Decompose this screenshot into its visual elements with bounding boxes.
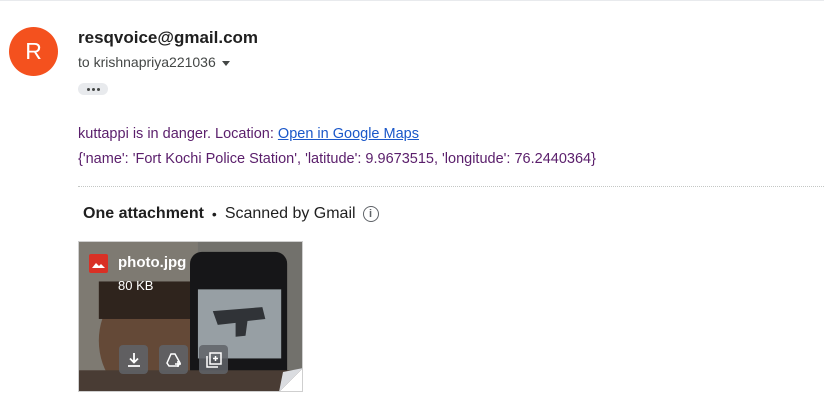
show-trimmed-content-button[interactable] [78, 83, 108, 95]
recipient-label: to krishnapriya221036 [78, 54, 216, 70]
attachment-file-size: 80 KB [118, 278, 154, 293]
thumbnail-overlay [79, 242, 302, 391]
message-line-2: {'name': 'Fort Kochi Police Station', 'l… [78, 151, 596, 167]
download-icon [127, 352, 140, 367]
dot [96, 87, 100, 91]
save-to-photos-button[interactable] [199, 345, 228, 374]
attachment-divider [78, 186, 824, 187]
info-icon[interactable]: i [362, 206, 379, 222]
google-maps-link[interactable]: Open in Google Maps [278, 126, 419, 142]
attachment-card[interactable]: photo.jpg 80 KB [78, 241, 303, 392]
add-to-drive-button[interactable] [159, 345, 188, 374]
sender-email[interactable]: resqvoice@gmail.com [78, 28, 258, 48]
add-to-drive-icon [165, 352, 181, 367]
sender-avatar[interactable]: R [9, 27, 58, 76]
page-fold [279, 368, 302, 391]
message-line-1: kuttappi is in danger. Location: Open in… [78, 122, 596, 147]
attachment-file-name: photo.jpg [118, 254, 187, 271]
attachment-count: One attachment [83, 205, 204, 222]
message-text: kuttappi is in danger. Location: [78, 126, 278, 142]
scan-label: Scanned by Gmail [224, 205, 356, 222]
avatar-letter: R [25, 38, 42, 64]
dot [86, 87, 90, 91]
save-to-photos-icon [205, 351, 222, 368]
message-body: kuttappi is in danger. Location: Open in… [78, 122, 596, 172]
header-divider [0, 0, 824, 1]
recipient-details-toggle[interactable]: to krishnapriya221036 [78, 54, 230, 70]
download-button[interactable] [119, 345, 148, 374]
chevron-down-icon[interactable] [221, 60, 230, 66]
separator-dot: • [211, 206, 217, 222]
attachment-header: One attachment • Scanned by Gmail i [83, 205, 379, 223]
dot [91, 87, 95, 91]
image-icon [89, 254, 108, 273]
